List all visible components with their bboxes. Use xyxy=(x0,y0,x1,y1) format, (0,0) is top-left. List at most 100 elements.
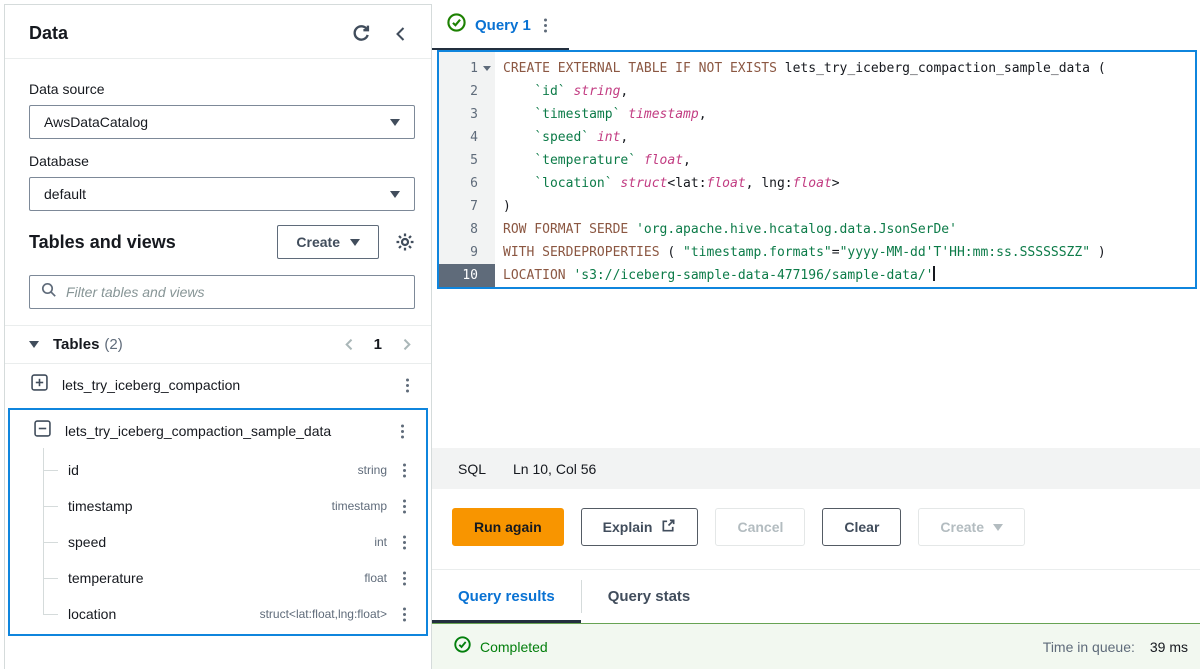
code-line[interactable]: `location` struct<lat:float, lng:float> xyxy=(495,172,1195,195)
data-panel: Data Data source AwsDataCatalog Database xyxy=(4,4,432,669)
action-buttons: Run again Explain Cancel Clear Create xyxy=(432,489,1200,569)
editor-code[interactable]: CREATE EXTERNAL TABLE IF NOT EXISTS lets… xyxy=(495,52,1195,287)
gear-icon[interactable] xyxy=(395,232,415,252)
query-tab-label: Query 1 xyxy=(475,17,531,34)
line-number: 1 xyxy=(439,57,495,80)
line-number: 8 xyxy=(439,218,495,241)
results-tab-bar: Query results Query stats xyxy=(432,569,1200,623)
chevron-down-icon xyxy=(29,341,39,348)
tables-group-label: Tables xyxy=(53,336,99,353)
query-status-banner: Completed Time in queue: 39 ms xyxy=(432,623,1200,669)
kebab-menu-icon[interactable] xyxy=(403,613,406,616)
collapse-panel-icon[interactable] xyxy=(393,26,409,42)
column-list: idstringtimestamptimestampspeedinttemper… xyxy=(10,452,426,632)
table-row-iceberg-compaction[interactable]: lets_try_iceberg_compaction xyxy=(5,364,431,406)
line-number: 9 xyxy=(439,241,495,264)
kebab-menu-icon[interactable] xyxy=(403,505,406,508)
create-button-label: Create xyxy=(296,234,340,250)
selected-table-box: lets_try_iceberg_compaction_sample_data … xyxy=(8,408,428,636)
kebab-menu-icon[interactable] xyxy=(406,384,409,387)
tab-query-results[interactable]: Query results xyxy=(432,570,581,623)
clear-button[interactable]: Clear xyxy=(822,508,901,546)
tables-and-views-title: Tables and views xyxy=(29,232,277,253)
page-next-icon[interactable] xyxy=(400,338,413,351)
tab-query-1[interactable]: Query 1 xyxy=(432,0,569,50)
sql-editor[interactable]: 12345678910 CREATE EXTERNAL TABLE IF NOT… xyxy=(437,50,1197,289)
kebab-menu-icon[interactable] xyxy=(403,541,406,544)
page-prev-icon[interactable] xyxy=(343,338,356,351)
code-line[interactable]: `speed` int, xyxy=(495,126,1195,149)
editor-bottom-space xyxy=(432,289,1200,448)
column-type: string xyxy=(358,463,387,477)
kebab-menu-icon[interactable] xyxy=(401,430,404,433)
chevron-down-icon xyxy=(350,239,360,246)
code-line[interactable]: ROW FORMAT SERDE 'org.apache.hive.hcatal… xyxy=(495,218,1195,241)
create-dropdown-button[interactable]: Create xyxy=(918,508,1025,546)
fold-caret-icon[interactable] xyxy=(483,66,491,71)
run-again-button[interactable]: Run again xyxy=(452,508,564,546)
database-label: Database xyxy=(29,153,415,169)
code-line[interactable]: WITH SERDEPROPERTIES ( "timestamp.format… xyxy=(495,241,1195,264)
tab-query-stats[interactable]: Query stats xyxy=(582,570,717,623)
create-button[interactable]: Create xyxy=(277,225,379,259)
code-line[interactable]: `temperature` float, xyxy=(495,149,1195,172)
line-number: 5 xyxy=(439,149,495,172)
column-name: temperature xyxy=(68,570,364,586)
external-link-icon xyxy=(661,518,676,536)
query-tab-bar: Query 1 xyxy=(432,0,1200,50)
kebab-menu-icon[interactable] xyxy=(403,577,406,580)
tables-group-row[interactable]: Tables (2) 1 xyxy=(5,325,431,364)
tables-and-views-header: Tables and views Create xyxy=(29,225,415,259)
code-line[interactable]: `id` string, xyxy=(495,80,1195,103)
language-indicator: SQL xyxy=(458,461,486,477)
check-circle-icon xyxy=(454,636,471,658)
line-number: 3 xyxy=(439,103,495,126)
column-row[interactable]: temperaturefloat xyxy=(10,560,426,596)
table-row-sample-data[interactable]: lets_try_iceberg_compaction_sample_data xyxy=(10,410,426,452)
column-row[interactable]: speedint xyxy=(10,524,426,560)
minus-square-icon[interactable] xyxy=(34,420,51,442)
column-type: struct<lat:float,lng:float> xyxy=(260,607,387,621)
line-number: 10 xyxy=(439,264,495,287)
code-line[interactable]: LOCATION 's3://iceberg-sample-data-47719… xyxy=(495,264,1195,287)
code-line[interactable]: CREATE EXTERNAL TABLE IF NOT EXISTS lets… xyxy=(495,57,1195,80)
create-dropdown-label: Create xyxy=(940,519,984,535)
tables-pagination: 1 xyxy=(343,336,413,353)
column-type: float xyxy=(364,571,387,585)
data-source-label: Data source xyxy=(29,81,415,97)
text-cursor xyxy=(933,266,935,281)
kebab-menu-icon[interactable] xyxy=(544,24,547,27)
database-value: default xyxy=(44,186,86,202)
plus-square-icon[interactable] xyxy=(31,374,48,396)
cursor-position: Ln 10, Col 56 xyxy=(513,461,596,477)
refresh-icon[interactable] xyxy=(352,24,371,43)
database-select[interactable]: default xyxy=(29,177,415,211)
tables-group-count: (2) xyxy=(104,336,342,353)
filter-tables-input[interactable]: Filter tables and views xyxy=(29,275,415,309)
kebab-menu-icon[interactable] xyxy=(403,469,406,472)
data-source-select[interactable]: AwsDataCatalog xyxy=(29,105,415,139)
chevron-down-icon xyxy=(390,191,400,198)
time-in-queue-value: 39 ms xyxy=(1150,639,1188,655)
table-name: lets_try_iceberg_compaction xyxy=(62,377,388,393)
table-name: lets_try_iceberg_compaction_sample_data xyxy=(65,423,383,439)
column-row[interactable]: timestamptimestamp xyxy=(10,488,426,524)
column-name: speed xyxy=(68,534,374,550)
athena-query-editor: Data Data source AwsDataCatalog Database xyxy=(0,0,1200,669)
page-number: 1 xyxy=(374,336,382,353)
source-section: Data source AwsDataCatalog Database defa… xyxy=(5,59,431,309)
explain-button[interactable]: Explain xyxy=(581,508,699,546)
time-in-queue-label: Time in queue: xyxy=(1043,639,1135,655)
cancel-button[interactable]: Cancel xyxy=(715,508,805,546)
line-number: 4 xyxy=(439,126,495,149)
filter-placeholder: Filter tables and views xyxy=(66,284,205,300)
chevron-down-icon xyxy=(993,524,1003,531)
code-line[interactable]: `timestamp` timestamp, xyxy=(495,103,1195,126)
code-line[interactable]: ) xyxy=(495,195,1195,218)
column-row[interactable]: idstring xyxy=(10,452,426,488)
column-type: int xyxy=(374,535,387,549)
column-type: timestamp xyxy=(332,499,387,513)
query-editor-pane: Query 1 12345678910 CREATE EXTERNAL TABL… xyxy=(432,0,1200,669)
column-row[interactable]: locationstruct<lat:float,lng:float> xyxy=(10,596,426,632)
column-name: id xyxy=(68,462,358,478)
